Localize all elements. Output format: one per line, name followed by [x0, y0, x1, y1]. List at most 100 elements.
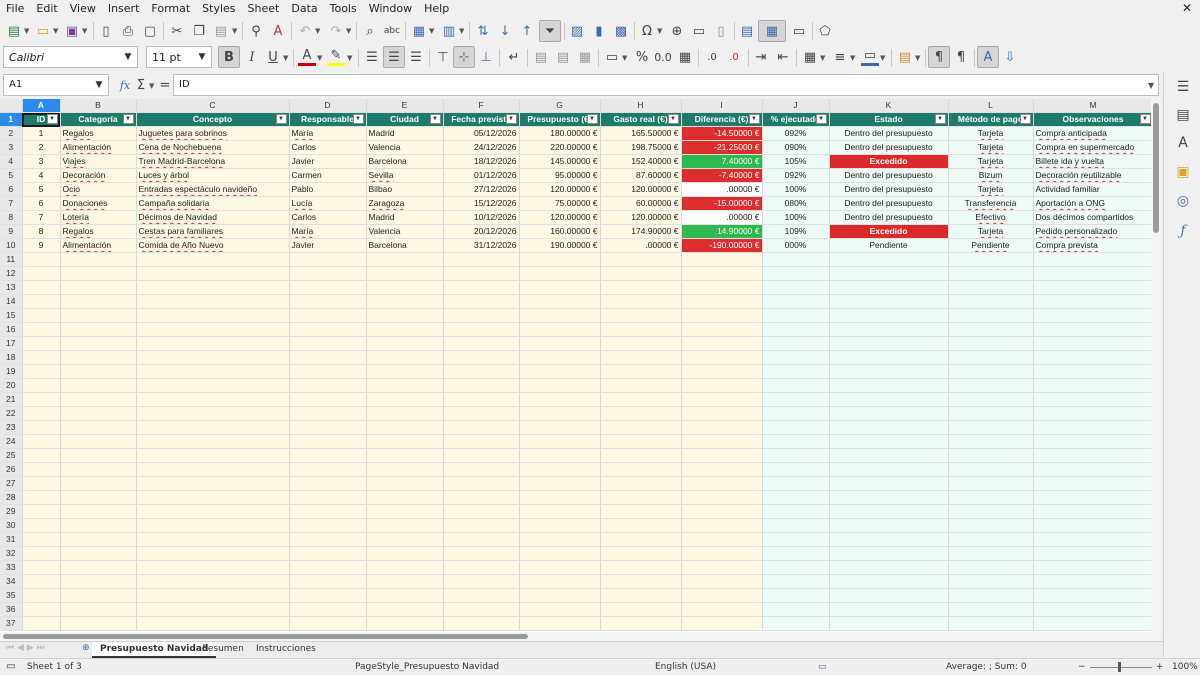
tab-nav-arrows-icon[interactable]: ⏮ ◀ ▶ ⏭ — [6, 643, 45, 653]
delete-decimal-icon[interactable]: .0 — [725, 48, 743, 66]
empty-cell[interactable] — [1033, 462, 1154, 478]
empty-cell[interactable] — [519, 448, 601, 464]
empty-cell[interactable] — [136, 602, 290, 618]
cell-j6[interactable]: 100% — [762, 182, 830, 198]
empty-cell[interactable] — [366, 420, 444, 436]
header-cell-l[interactable]: Método de pago ▼ — [948, 112, 1034, 128]
cell-k9[interactable]: Excedido — [829, 224, 949, 240]
filter-dropdown-icon[interactable]: ▼ — [586, 114, 598, 125]
cell-i6[interactable]: .00000 € — [681, 182, 763, 198]
empty-cell[interactable] — [519, 308, 601, 324]
empty-cell[interactable] — [600, 518, 682, 534]
empty-cell[interactable] — [829, 364, 949, 380]
cell-b2[interactable]: Regalos — [60, 126, 137, 142]
cell-e9[interactable]: Valencia — [366, 224, 444, 240]
header-cell-i[interactable]: Diferencia (€) ▼ — [681, 112, 763, 128]
cell-h2[interactable]: 165.50000 € — [600, 126, 682, 142]
cell-g2[interactable]: 180.00000 € — [519, 126, 601, 142]
cell-j3[interactable]: 090% — [762, 140, 830, 156]
row-header-31[interactable]: 31 — [0, 532, 23, 548]
row-header-18[interactable]: 18 — [0, 350, 23, 366]
paste-dropdown-icon[interactable]: ▼ — [232, 27, 237, 35]
empty-cell[interactable] — [948, 308, 1034, 324]
empty-cell[interactable] — [681, 574, 763, 590]
empty-cell[interactable] — [443, 588, 520, 604]
column-header-l[interactable]: L — [948, 99, 1034, 114]
empty-cell[interactable] — [762, 266, 830, 282]
empty-cell[interactable] — [762, 560, 830, 576]
empty-cell[interactable] — [136, 378, 290, 394]
menu-format[interactable]: Format — [145, 0, 196, 17]
empty-cell[interactable] — [519, 462, 601, 478]
empty-cell[interactable] — [948, 504, 1034, 520]
row-header-36[interactable]: 36 — [0, 602, 23, 618]
empty-cell[interactable] — [600, 420, 682, 436]
cell-k10[interactable]: Pendiente — [829, 238, 949, 254]
empty-cell[interactable] — [289, 406, 367, 422]
row-header-24[interactable]: 24 — [0, 434, 23, 450]
empty-cell[interactable] — [1033, 378, 1154, 394]
add-sheet-icon[interactable]: ⊕ — [82, 643, 90, 653]
empty-cell[interactable] — [600, 392, 682, 408]
empty-cell[interactable] — [762, 364, 830, 380]
zoom-slider-handle[interactable] — [1118, 662, 1121, 672]
print-icon[interactable]: ⎙ — [119, 22, 137, 40]
filter-dropdown-icon[interactable]: ▼ — [122, 114, 134, 125]
cell-b9[interactable]: Regalos — [60, 224, 137, 240]
empty-cell[interactable] — [366, 602, 444, 618]
empty-cell[interactable] — [948, 574, 1034, 590]
menu-tools[interactable]: Tools — [324, 0, 363, 17]
header-cell-g[interactable]: Presupuesto (€) ▼ — [519, 112, 601, 128]
cell-h9[interactable]: 174.90000 € — [600, 224, 682, 240]
empty-cell[interactable] — [289, 266, 367, 282]
header-cell-c[interactable]: Concepto ▼ — [136, 112, 290, 128]
redo-icon[interactable]: ↷ — [327, 22, 345, 40]
empty-cell[interactable] — [600, 364, 682, 380]
cell-c4[interactable]: Tren Madrid-Barcelona — [136, 154, 290, 170]
row-header-21[interactable]: 21 — [0, 392, 23, 408]
print-preview-icon[interactable]: ▢ — [141, 22, 159, 40]
empty-cell[interactable] — [762, 476, 830, 492]
empty-cell[interactable] — [829, 294, 949, 310]
empty-cell[interactable] — [443, 546, 520, 562]
cell-b4[interactable]: Viajes — [60, 154, 137, 170]
empty-cell[interactable] — [948, 378, 1034, 394]
empty-cell[interactable] — [60, 252, 137, 268]
empty-cell[interactable] — [519, 266, 601, 282]
empty-cell[interactable] — [136, 350, 290, 366]
row-header-5[interactable]: 5 — [0, 168, 23, 184]
column-header-d[interactable]: D — [289, 99, 367, 114]
empty-cell[interactable] — [60, 294, 137, 310]
empty-cell[interactable] — [762, 434, 830, 450]
empty-cell[interactable] — [1033, 322, 1154, 338]
empty-cell[interactable] — [681, 504, 763, 520]
empty-cell[interactable] — [948, 546, 1034, 562]
cell-m7[interactable]: Aportación a ONG — [1033, 196, 1154, 212]
cell-l9[interactable]: Tarjeta — [948, 224, 1034, 240]
currency-dropdown-icon[interactable]: ▼ — [622, 54, 627, 62]
empty-cell[interactable] — [60, 574, 137, 590]
empty-cell[interactable] — [600, 266, 682, 282]
row-header-19[interactable]: 19 — [0, 364, 23, 380]
empty-cell[interactable] — [366, 560, 444, 576]
empty-cell[interactable] — [22, 434, 61, 450]
document-modified-icon[interactable]: ▭ — [6, 659, 15, 675]
menu-view[interactable]: View — [64, 0, 102, 17]
image-icon[interactable]: ▨ — [568, 22, 586, 40]
empty-cell[interactable] — [60, 434, 137, 450]
export-pdf-icon[interactable]: ▯ — [97, 22, 115, 40]
empty-cell[interactable] — [1033, 434, 1154, 450]
empty-cell[interactable] — [366, 490, 444, 506]
cell-d8[interactable]: Carlos — [289, 210, 367, 226]
empty-cell[interactable] — [289, 322, 367, 338]
freeze-rows-icon[interactable]: ▦ — [758, 20, 786, 42]
cell-h5[interactable]: 87.60000 € — [600, 168, 682, 184]
new-dropdown-icon[interactable]: ▼ — [24, 27, 29, 35]
empty-cell[interactable] — [948, 560, 1034, 576]
empty-cell[interactable] — [829, 504, 949, 520]
cell-a6[interactable]: 5 — [22, 182, 61, 198]
empty-cell[interactable] — [136, 322, 290, 338]
column-dropdown-icon[interactable]: ▼ — [459, 27, 464, 35]
header-cell-k[interactable]: Estado ▼ — [829, 112, 949, 128]
empty-cell[interactable] — [22, 308, 61, 324]
